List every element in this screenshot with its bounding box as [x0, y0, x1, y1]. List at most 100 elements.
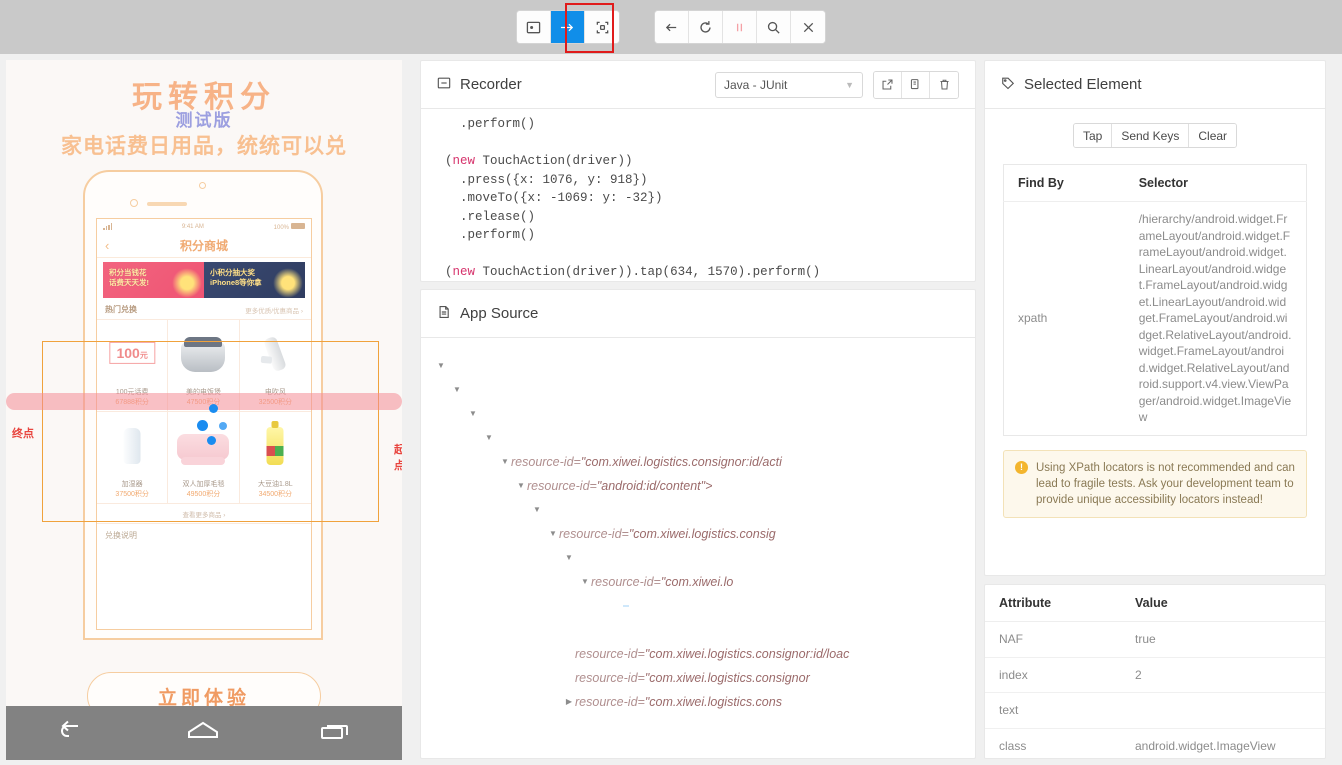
chevron-down-icon[interactable]: ▼: [435, 354, 447, 378]
hot-exchange-more-link[interactable]: 更多优质/优惠商品 ›: [245, 305, 303, 315]
chevron-down-icon[interactable]: ▼: [579, 570, 591, 594]
tree-node[interactable]: [421, 618, 975, 642]
document-icon: [437, 305, 451, 323]
send-keys-button[interactable]: Send Keys: [1112, 124, 1190, 147]
tap-by-coordinates-icon[interactable]: [585, 11, 619, 43]
tree-node[interactable]: ▼: [421, 378, 975, 402]
main-content: 玩转积分 测试版 家电话费日用品，统统可以兑 9:41 AM 100% ‹ 积分…: [0, 54, 1342, 765]
chevron-down-icon[interactable]: ▼: [451, 378, 463, 402]
tree-node[interactable]: ▼: [421, 402, 975, 426]
attribute-value: [1121, 692, 1325, 729]
export-icon[interactable]: [874, 71, 902, 98]
rice-cooker-art: [181, 336, 226, 372]
tree-node-label[interactable]: resource-id="com.xiwei.logistics.consig: [559, 522, 776, 546]
android-back-icon[interactable]: [56, 720, 86, 747]
chevron-down-icon[interactable]: ▼: [467, 402, 479, 426]
more-products-link[interactable]: 查看更多商品 ›: [97, 504, 311, 523]
chevron-down-icon[interactable]: ▼: [515, 474, 527, 498]
tree-node-label[interactable]: resource-id="com.xiwei.logistics.cons: [575, 690, 782, 714]
app-source-tree[interactable]: ▼ ▼ ▼ ▼ ▼ resource-id="com.xiwei.logistics.co…: [421, 338, 975, 758]
tree-node[interactable]: [421, 594, 975, 618]
banner-left-art: [172, 268, 202, 298]
chevron-down-icon[interactable]: ▼: [547, 522, 559, 546]
clear-button[interactable]: Clear: [1189, 124, 1237, 147]
tree-node[interactable]: ▼ resource-id="com.xiwei.logistics.consig: [421, 522, 975, 546]
exchange-note[interactable]: 兑换说明: [97, 523, 311, 547]
select-element-icon[interactable]: [517, 11, 551, 43]
app-back-icon[interactable]: ‹: [105, 238, 109, 253]
product-cell[interactable]: 大豆油1.8L 34500积分: [239, 412, 311, 504]
tree-node[interactable]: ▼: [421, 546, 975, 570]
tree-node[interactable]: ▼ resource-id="android:id/content">: [421, 474, 975, 498]
tap-button[interactable]: Tap: [1073, 124, 1113, 147]
chevron-down-icon[interactable]: ▼: [483, 426, 495, 450]
banner-left[interactable]: 积分当钱花 话费天天发!: [103, 262, 204, 298]
banner-right-art: [273, 268, 303, 298]
attribute-name: index: [985, 657, 1121, 693]
attribute-value: android.widget.ImageView: [1135, 738, 1276, 753]
chevron-down-icon[interactable]: ▼: [499, 450, 511, 474]
tree-node[interactable]: ▼: [421, 498, 975, 522]
swipe-start-label: 起点: [394, 443, 402, 472]
device-screenshot[interactable]: 玩转积分 测试版 家电话费日用品，统统可以兑 9:41 AM 100% ‹ 积分…: [6, 60, 402, 760]
selector-value[interactable]: /hierarchy/android.widget.FrameLayout/an…: [1125, 202, 1307, 436]
search-icon[interactable]: [757, 11, 791, 43]
product-cell[interactable]: 100元 100元话费 67888积分: [97, 320, 169, 412]
hot-exchange-title: 热门兑换: [105, 305, 137, 314]
recorder-icon-group: [873, 70, 959, 99]
swipe-icon[interactable]: [551, 11, 585, 43]
touch-point-dot: [207, 436, 216, 445]
tree-node[interactable]: ▶ resource-id="com.xiwei.logistics.cons: [421, 690, 975, 714]
product-name: 加湿器: [121, 481, 143, 488]
product-points: 32500积分: [258, 399, 293, 406]
trash-icon[interactable]: [930, 71, 958, 98]
android-home-icon[interactable]: [186, 720, 220, 747]
copy-icon[interactable]: [902, 71, 930, 98]
tree-node-label[interactable]: resource-id="com.xiwei.logistics.consign…: [575, 666, 810, 690]
banner-carousel[interactable]: 积分当钱花 话费天天发! 小积分抽大奖 iPhone8等你拿: [103, 262, 305, 298]
phone-camera-dot: [199, 182, 206, 189]
android-nav-bar: [6, 706, 402, 760]
language-select[interactable]: Java - JUnit ▼: [715, 71, 863, 98]
tree-node[interactable]: ▼: [421, 426, 975, 450]
close-icon[interactable]: [791, 11, 825, 43]
attribute-name: text: [985, 692, 1121, 729]
tree-node-label[interactable]: resource-id="com.xiwei.logistics.consign…: [575, 642, 849, 666]
warning-icon: !: [1015, 460, 1028, 474]
attributes-body: NAF true index 2 text class android.widget.Ima…: [985, 621, 1325, 759]
selector-header-selector: Selector: [1124, 164, 1307, 202]
tree-node-label[interactable]: [623, 605, 629, 607]
pause-icon[interactable]: [723, 11, 757, 43]
chevron-right-icon[interactable]: ▶: [563, 690, 575, 714]
tree-node-label[interactable]: resource-id="android:id/content">: [527, 474, 712, 498]
product-cell[interactable]: 美的电饭煲 47500积分: [168, 320, 240, 412]
tree-node[interactable]: resource-id="com.xiwei.logistics.consign…: [421, 666, 975, 690]
tree-node[interactable]: ▼ resource-id="com.xiwei.lo: [421, 570, 975, 594]
app-source-panel: App Source ▼ ▼ ▼ ▼ ▼ resource-id="com.xiwei.l…: [420, 289, 976, 759]
hot-exchange-header: 热门兑换 更多优质/优惠商品 ›: [97, 298, 311, 319]
banner-right[interactable]: 小积分抽大奖 iPhone8等你拿: [204, 262, 305, 298]
recorder-panel: Recorder Java - JUnit ▼ .perform() (new …: [420, 60, 976, 282]
tree-node[interactable]: resource-id="com.xiwei.logistics.consign…: [421, 642, 975, 666]
selected-element-panel: Selected Element Tap Send Keys Clear Fin…: [984, 60, 1326, 576]
product-cell[interactable]: 电吹风 32500积分: [239, 320, 311, 412]
product-art: [97, 412, 167, 479]
back-icon[interactable]: [655, 11, 689, 43]
table-row: text: [985, 692, 1325, 729]
tree-node[interactable]: ▼ resource-id="com.xiwei.logistics.consig…: [421, 450, 975, 474]
tree-node-label[interactable]: resource-id="com.xiwei.logistics.consign…: [511, 450, 782, 474]
element-action-row: Tap Send Keys Clear: [1003, 123, 1307, 148]
recorder-code[interactable]: .perform() (new TouchAction(driver)) .pr…: [421, 109, 975, 281]
tree-node-label[interactable]: resource-id="com.xiwei.lo: [591, 570, 733, 594]
product-art: [240, 412, 311, 479]
chevron-down-icon[interactable]: ▼: [531, 498, 543, 522]
product-cell[interactable]: 加湿器 37500积分: [97, 412, 169, 504]
android-recents-icon[interactable]: [320, 720, 352, 747]
attributes-table: Attribute Value NAF true index 2 text class an…: [985, 585, 1325, 759]
touch-point-dot: [209, 404, 218, 413]
product-art: 100元: [97, 320, 167, 387]
chevron-down-icon[interactable]: ▼: [563, 546, 575, 570]
tree-node[interactable]: ▼: [421, 354, 975, 378]
blanket-art: [177, 433, 230, 465]
refresh-icon[interactable]: [689, 11, 723, 43]
